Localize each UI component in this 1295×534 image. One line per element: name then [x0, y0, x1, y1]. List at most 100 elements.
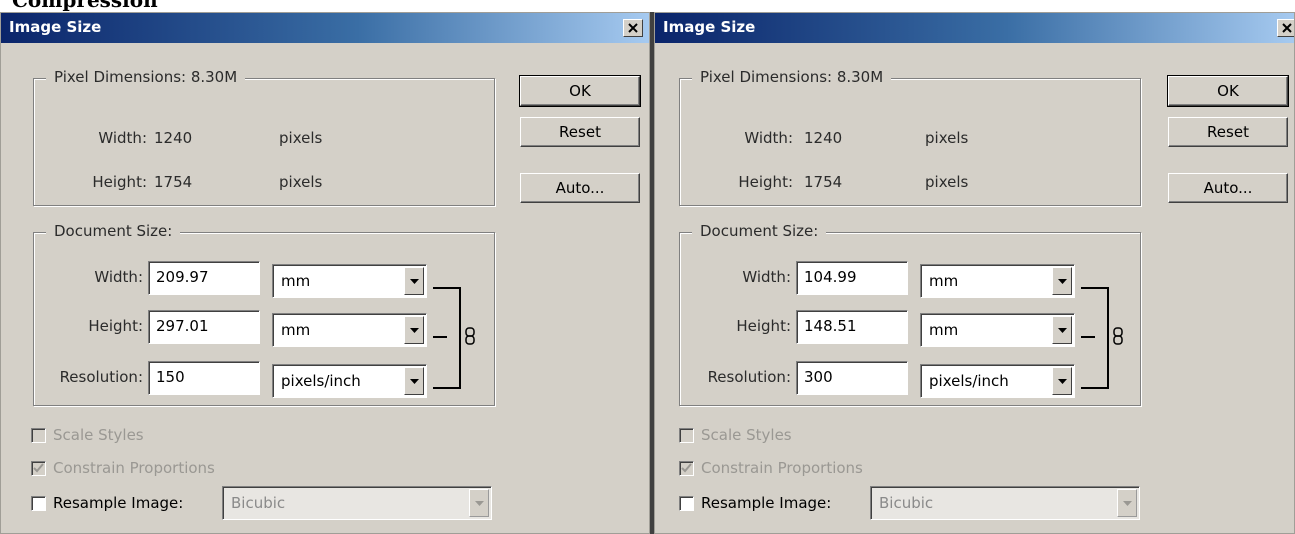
resolution-input[interactable]: 300 [796, 361, 908, 395]
constrain-proportions-label: Constrain Proportions [701, 459, 863, 477]
resolution-label: Resolution: [59, 368, 143, 386]
constrain-proportions-checkbox [31, 460, 46, 476]
constrain-proportions-option: Constrain Proportions [31, 459, 215, 477]
image-size-dialog-right: Image Size Pixel Dimensions: 8.30M Width… [654, 12, 1295, 534]
pixel-dimensions-title: Pixel Dimensions: 8.30M [692, 68, 892, 86]
doc-height-unit-value: mm [281, 321, 311, 339]
dialog-title: Image Size [663, 18, 756, 36]
pixel-height-unit: pixels [279, 173, 323, 191]
pixel-dimensions-title: Pixel Dimensions: 8.30M [46, 68, 246, 86]
resample-image-label[interactable]: Resample Image: [701, 494, 831, 512]
constrain-proportions-checkbox [679, 460, 694, 476]
reset-button[interactable]: Reset [1168, 117, 1288, 147]
image-size-dialog-left: Image Size Pixel Dimensions: 8.30M Width… [0, 12, 650, 534]
resolution-unit-value: pixels/inch [929, 372, 1009, 390]
pixel-width-value: 1240 [154, 129, 193, 147]
doc-width-unit-value: mm [281, 272, 311, 290]
chevron-down-icon [1057, 378, 1067, 384]
document-size-title: Document Size: [46, 222, 181, 240]
scale-styles-option: Scale Styles [31, 426, 144, 444]
doc-height-unit-value: mm [929, 321, 959, 339]
chevron-down-icon [1057, 327, 1067, 333]
close-button[interactable] [623, 19, 643, 37]
dropdown-arrow[interactable] [404, 267, 424, 295]
resample-image-option[interactable]: Resample Image: [31, 494, 183, 512]
link-bracket [445, 287, 461, 389]
resample-method-select: Bicubic [870, 486, 1140, 520]
chevron-down-icon [1057, 278, 1067, 284]
dropdown-arrow [1117, 489, 1137, 517]
scale-styles-option: Scale Styles [679, 426, 792, 444]
dropdown-arrow[interactable] [1052, 267, 1072, 295]
title-bar[interactable]: Image Size [1, 13, 649, 43]
dropdown-arrow[interactable] [404, 316, 424, 344]
chevron-down-icon [474, 500, 484, 506]
doc-width-input[interactable]: 209.97 [148, 261, 260, 295]
resample-method-select: Bicubic [222, 486, 492, 520]
auto-button[interactable]: Auto... [1168, 173, 1288, 203]
checkmark-icon [681, 462, 692, 472]
title-bar[interactable]: Image Size [655, 13, 1294, 43]
chain-link-icon [1113, 327, 1123, 345]
doc-height-input[interactable]: 148.51 [796, 310, 908, 344]
ok-button[interactable]: OK [519, 75, 641, 107]
close-button[interactable] [1277, 19, 1294, 37]
doc-height-unit-select[interactable]: mm [272, 313, 427, 347]
chevron-down-icon [1122, 500, 1132, 506]
doc-width-label: Width: [742, 268, 791, 286]
resample-image-checkbox[interactable] [31, 495, 46, 511]
dropdown-arrow [469, 489, 489, 517]
resample-method-value: Bicubic [879, 494, 934, 512]
doc-width-unit-select[interactable]: mm [272, 264, 427, 298]
scale-styles-checkbox [679, 427, 694, 443]
resample-method-value: Bicubic [231, 494, 286, 512]
page-heading: Compression [12, 0, 158, 12]
doc-height-label: Height: [88, 317, 143, 335]
scale-styles-label: Scale Styles [701, 426, 792, 444]
doc-width-unit-select[interactable]: mm [920, 264, 1075, 298]
pixel-height-unit: pixels [925, 173, 969, 191]
dropdown-arrow[interactable] [1052, 367, 1072, 395]
dialog-title: Image Size [9, 18, 102, 36]
ok-button[interactable]: OK [1167, 75, 1289, 107]
doc-width-label: Width: [94, 268, 143, 286]
pixel-width-unit: pixels [279, 129, 323, 147]
pixel-height-label: Height: [92, 173, 147, 191]
document-size-title: Document Size: [692, 222, 827, 240]
auto-button[interactable]: Auto... [520, 173, 640, 203]
constrain-proportions-option: Constrain Proportions [679, 459, 863, 477]
doc-height-unit-select[interactable]: mm [920, 313, 1075, 347]
pixel-height-value: 1754 [804, 173, 843, 191]
doc-width-input[interactable]: 104.99 [796, 261, 908, 295]
resolution-label: Resolution: [707, 368, 791, 386]
resolution-input[interactable]: 150 [148, 361, 260, 395]
resample-image-checkbox[interactable] [679, 495, 694, 511]
doc-height-input[interactable]: 297.01 [148, 310, 260, 344]
resample-image-label[interactable]: Resample Image: [53, 494, 183, 512]
chevron-down-icon [409, 378, 419, 384]
close-icon [628, 23, 638, 33]
close-icon [1282, 23, 1292, 33]
resolution-unit-select[interactable]: pixels/inch [920, 364, 1075, 398]
chain-link-icon [465, 327, 475, 345]
doc-width-unit-value: mm [929, 272, 959, 290]
doc-height-label: Height: [736, 317, 791, 335]
checkmark-icon [33, 462, 44, 472]
pixel-width-unit: pixels [925, 129, 969, 147]
dropdown-arrow[interactable] [1052, 316, 1072, 344]
pixel-width-label: Width: [744, 129, 793, 147]
resample-image-option[interactable]: Resample Image: [679, 494, 831, 512]
pixel-width-label: Width: [98, 129, 147, 147]
chevron-down-icon [409, 327, 419, 333]
pixel-height-value: 1754 [154, 173, 193, 191]
scale-styles-label: Scale Styles [53, 426, 144, 444]
scale-styles-checkbox [31, 427, 46, 443]
dropdown-arrow[interactable] [404, 367, 424, 395]
reset-button[interactable]: Reset [520, 117, 640, 147]
constrain-proportions-label: Constrain Proportions [53, 459, 215, 477]
resolution-unit-value: pixels/inch [281, 372, 361, 390]
chevron-down-icon [409, 278, 419, 284]
pixel-width-value: 1240 [804, 129, 843, 147]
resolution-unit-select[interactable]: pixels/inch [272, 364, 427, 398]
link-bracket [1093, 287, 1109, 389]
